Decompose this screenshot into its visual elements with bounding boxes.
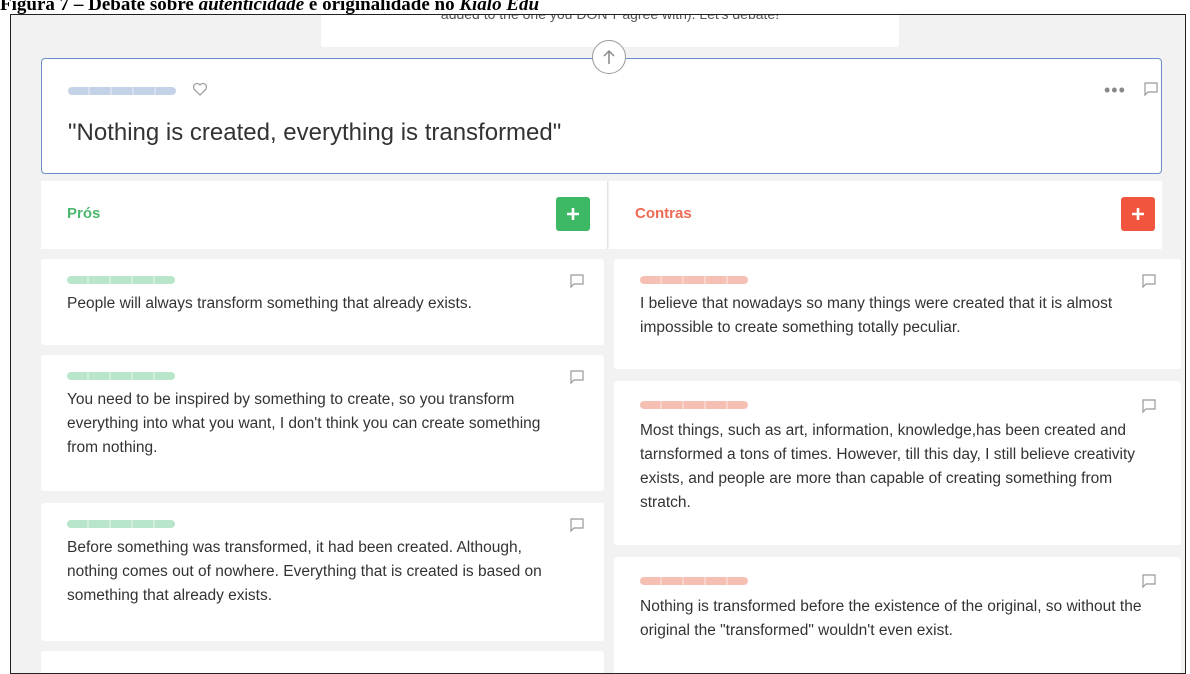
author-placeholder (68, 87, 176, 95)
caption-italic-2: Kialo Edu (459, 0, 540, 15)
caption-prefix: Figura 7 – Debate sobre (0, 0, 199, 15)
author-placeholder (640, 276, 748, 284)
con-argument-card[interactable]: Most things, such as art, information, k… (614, 381, 1181, 545)
pros-title: Prós (67, 205, 101, 222)
pro-argument-text: People will always transform something t… (67, 295, 472, 312)
author-placeholder (640, 401, 748, 409)
con-argument-text: Most things, such as art, information, k… (640, 422, 1136, 511)
comment-icon[interactable] (1141, 398, 1157, 414)
arrow-up-icon (603, 49, 615, 64)
con-argument-card[interactable]: I believe that nowadays so many things w… (614, 259, 1181, 369)
comment-icon[interactable] (569, 517, 585, 533)
comment-icon[interactable] (1143, 81, 1159, 97)
cons-title: Contras (635, 205, 692, 222)
plus-icon (1132, 208, 1144, 220)
add-pro-button[interactable] (556, 197, 590, 231)
heart-icon[interactable] (192, 81, 208, 97)
pro-argument-card[interactable]: Before something was transformed, it had… (41, 503, 604, 641)
con-argument-card[interactable]: Nothing is transformed before the existe… (614, 557, 1181, 673)
comment-icon[interactable] (1141, 273, 1157, 289)
go-to-parent-button[interactable] (592, 40, 626, 74)
con-argument-text: Nothing is transformed before the existe… (640, 598, 1142, 639)
pro-argument-text: Before something was transformed, it had… (67, 539, 542, 604)
pro-argument-card[interactable]: People will always transform something t… (41, 259, 604, 345)
pro-argument-card[interactable]: You need to be inspired by something to … (41, 355, 604, 491)
debate-screenshot: added to the one you DON'T agree with). … (10, 14, 1186, 674)
pro-argument-text: You need to be inspired by something to … (67, 391, 541, 456)
comment-icon[interactable] (569, 369, 585, 385)
cons-column-header: Contras (609, 181, 1162, 249)
caption-italic-1: autenticidade (198, 0, 305, 15)
author-placeholder (67, 276, 175, 284)
parent-claim-text: added to the one you DON'T agree with). … (440, 14, 780, 22)
pros-column-header: Prós (41, 181, 608, 249)
plus-icon (567, 208, 579, 220)
claim-text: "Nothing is created, everything is trans… (68, 119, 562, 146)
add-con-button[interactable] (1121, 197, 1155, 231)
author-placeholder (67, 520, 175, 528)
comment-icon[interactable] (1141, 573, 1157, 589)
pro-argument-card[interactable] (41, 651, 604, 673)
comment-icon[interactable] (569, 273, 585, 289)
con-argument-text: I believe that nowadays so many things w… (640, 295, 1113, 336)
more-icon[interactable]: ••• (1104, 81, 1126, 99)
author-placeholder (67, 372, 175, 380)
author-placeholder (640, 577, 748, 585)
caption-middle: e originalidade no (304, 0, 460, 15)
main-claim-card[interactable]: ••• "Nothing is created, everything is t… (41, 58, 1162, 174)
